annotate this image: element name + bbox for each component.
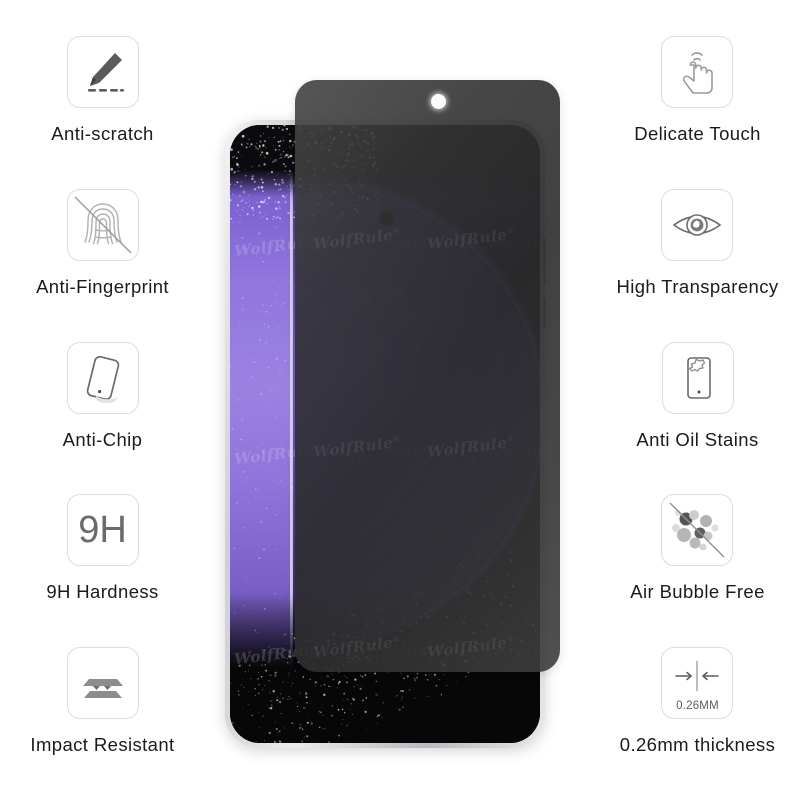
feature-label: Anti-Fingerprint [36, 275, 169, 297]
feature-delicate-touch: Delicate Touch [634, 36, 761, 189]
tap-hand-icon [661, 36, 734, 108]
infographic-canvas: Anti-scratch Anti-Fingerprint Anti-Chip … [0, 0, 800, 800]
feature-label: 9H Hardness [46, 581, 159, 603]
thickness-arrows-icon: 0.26MM [661, 647, 734, 720]
thickness-arrows-glyph [675, 660, 720, 691]
product-photo: WolfRule® WolfRule® WolfRule® WolfRule® … [205, 0, 595, 800]
feature-anti-scratch: Anti-scratch [51, 36, 153, 189]
feature-anti-fingerprint: Anti-Fingerprint [36, 188, 169, 342]
bubbles-slash-icon [661, 494, 734, 567]
feature-label: Impact Resistant [30, 734, 175, 756]
feature-label: Air Bubble Free [630, 581, 765, 603]
eye-icon [661, 188, 734, 261]
9h-text-icon: 9H [66, 494, 139, 567]
feature-label: High Transparency [616, 275, 779, 297]
film-camera-cutout [431, 94, 446, 109]
feature-9h-hardness: 9H 9H Hardness [46, 494, 158, 647]
right-feature-column: Delicate Touch High Transparency Anti Oi… [595, 0, 800, 800]
pencil-scratch-icon [66, 36, 139, 108]
feature-anti-chip: Anti-Chip [62, 341, 143, 495]
thickness-icon-text: 0.26MM [676, 699, 719, 712]
tilted-phone-icon [66, 341, 139, 414]
feature-label: Delicate Touch [634, 123, 761, 144]
feature-air-bubble-free: Air Bubble Free [630, 494, 765, 647]
9h-icon-text: 9H [78, 509, 127, 552]
privacy-screen-protector: WolfRule® WolfRule® WolfRule® WolfRule® … [295, 80, 560, 672]
feature-impact-resistant: Impact Resistant [30, 647, 174, 800]
phone-stain-icon [661, 341, 734, 414]
feature-high-transparency: High Transparency [616, 188, 779, 342]
left-feature-column: Anti-scratch Anti-Fingerprint Anti-Chip … [0, 0, 205, 800]
feature-label: Anti-Chip [62, 428, 143, 450]
fingerprint-slash-icon [66, 188, 139, 261]
feature-anti-oil-stains: Anti Oil Stains [636, 341, 759, 495]
film-sheen [295, 80, 560, 672]
feature-label: Anti Oil Stains [636, 428, 759, 450]
feature-thickness: 0.26MM 0.26mm thickness [620, 647, 775, 800]
feature-label: 0.26mm thickness [619, 734, 776, 756]
feature-label: Anti-scratch [51, 123, 154, 144]
layered-plates-icon [66, 647, 139, 720]
